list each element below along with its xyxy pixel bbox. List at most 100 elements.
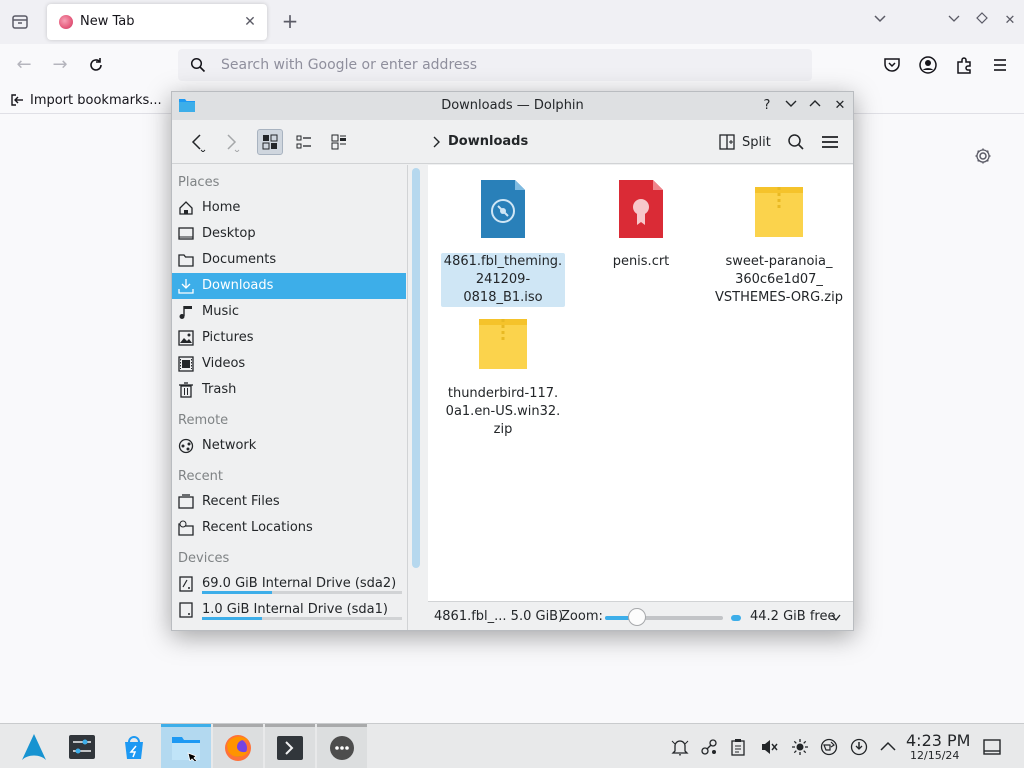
pictures-icon	[178, 330, 194, 346]
breadcrumb-downloads[interactable]: Downloads	[448, 134, 528, 149]
search-icon[interactable]	[783, 129, 809, 155]
sidebar-item-label: Trash	[202, 382, 237, 397]
sidebar-item-label: Downloads	[202, 278, 274, 293]
zip-archive-icon	[755, 187, 803, 237]
zoom-slider[interactable]	[605, 616, 723, 620]
devices-header: Devices	[178, 551, 230, 566]
taskbar-firefox[interactable]	[213, 724, 263, 768]
update-notifier-icon[interactable]	[850, 738, 868, 756]
sidebar-item-network[interactable]: Network	[172, 433, 406, 459]
sidebar-item-pictures[interactable]: Pictures	[172, 325, 406, 351]
taskbar	[0, 723, 1024, 768]
back-arrow-icon[interactable]: ←	[13, 54, 35, 76]
file-item-iso[interactable]: 4861.fbl_theming. 241209-0818_B1.iso	[438, 179, 568, 307]
sidebar-item-home[interactable]: Home	[172, 195, 406, 221]
zoom-slider-handle[interactable]	[628, 608, 646, 626]
maximize-icon[interactable]	[806, 97, 824, 115]
reload-icon[interactable]	[85, 54, 107, 76]
forward-arrow-icon[interactable]: →	[49, 54, 71, 76]
sidebar-item-label: Desktop	[202, 226, 256, 241]
expand-tray-icon[interactable]	[879, 738, 897, 756]
maximize-window-icon[interactable]	[972, 11, 992, 31]
discover-store-icon[interactable]	[109, 724, 159, 768]
taskbar-konsole[interactable]	[265, 724, 315, 768]
import-bookmarks-label: Import bookmarks...	[30, 92, 162, 108]
pocket-icon[interactable]	[881, 54, 903, 76]
file-name-line: 4861.fbl_theming.	[443, 254, 563, 269]
show-desktop-icon[interactable]	[983, 738, 1001, 756]
file-item-zip[interactable]: sweet-paranoia_ 360c6e1d07_ VSTHEMES-ORG…	[714, 179, 844, 309]
file-item-crt[interactable]: penis.crt	[576, 179, 706, 269]
file-item-zip[interactable]: thunderbird-117. 0a1.en-US.win32. zip	[438, 311, 568, 441]
taskbar-dolphin[interactable]	[161, 724, 211, 768]
hamburger-menu-icon[interactable]	[817, 129, 843, 155]
hamburger-menu-icon[interactable]	[989, 54, 1011, 76]
gear-icon[interactable]	[973, 146, 993, 166]
tab-new-tab[interactable]: New Tab ✕	[47, 4, 267, 40]
selection-info: 4861.fbl_... 5.0 GiB)	[434, 609, 564, 624]
file-name-line: 0a1.en-US.win32.	[445, 404, 561, 419]
close-icon[interactable]: ✕	[831, 97, 849, 115]
file-name-line: 360c6e1d07_	[735, 272, 823, 287]
sidebar-item-label: 1.0 GiB Internal Drive (sda1)	[202, 602, 388, 617]
minimize-window-icon[interactable]	[944, 11, 964, 31]
close-window-icon[interactable]: ✕	[1000, 11, 1020, 31]
forward-icon[interactable]	[218, 129, 244, 155]
sidebar-item-recent-locations[interactable]: Recent Locations	[172, 515, 406, 541]
volume-muted-icon[interactable]	[760, 738, 778, 756]
kde-connect-icon[interactable]	[700, 738, 718, 756]
compact-view-icon[interactable]	[291, 129, 317, 155]
list-all-tabs-icon[interactable]	[10, 12, 30, 32]
file-view[interactable]: 4861.fbl_theming. 241209-0818_B1.iso pen…	[428, 165, 853, 601]
url-bar[interactable]	[178, 49, 812, 81]
network-status-icon[interactable]	[820, 738, 838, 756]
back-icon[interactable]	[184, 129, 210, 155]
sidebar-item-recent-files[interactable]: Recent Files	[172, 489, 406, 515]
clock-time[interactable]: 4:23 PM	[906, 731, 970, 750]
brightness-icon[interactable]	[791, 738, 809, 756]
import-bookmarks-button[interactable]: Import bookmarks...	[10, 91, 162, 109]
chevron-down-icon[interactable]	[870, 11, 890, 31]
app-launcher-icon[interactable]	[9, 724, 59, 768]
account-icon[interactable]	[917, 54, 939, 76]
clock-date[interactable]: 12/15/24	[910, 749, 959, 762]
sidebar-item-music[interactable]: Music	[172, 299, 406, 325]
minimize-icon[interactable]	[782, 97, 800, 115]
sidebar-scrollbar[interactable]	[412, 168, 420, 568]
breadcrumb[interactable]: Downloads	[432, 134, 528, 149]
system-settings-icon[interactable]	[57, 724, 107, 768]
dolphin-titlebar[interactable]: Downloads — Dolphin ? ✕	[172, 92, 853, 120]
terminal-icon	[277, 736, 303, 760]
close-tab-icon[interactable]: ✕	[241, 13, 259, 31]
hard-drive-icon	[179, 602, 193, 618]
sidebar-item-downloads[interactable]: Downloads	[172, 273, 406, 299]
details-view-icon[interactable]	[326, 129, 352, 155]
chevron-down-icon[interactable]	[831, 614, 841, 622]
videos-icon	[178, 356, 194, 372]
split-button[interactable]: Split	[719, 130, 771, 154]
import-icon	[11, 94, 23, 106]
trash-icon	[179, 382, 193, 398]
clipboard-icon[interactable]	[729, 738, 747, 756]
extensions-icon[interactable]	[953, 54, 975, 76]
places-panel: Places Home Desktop Documents Downloads …	[172, 165, 408, 630]
help-icon[interactable]: ?	[758, 97, 776, 115]
notifications-icon[interactable]	[671, 738, 689, 756]
sidebar-item-drive-sda2[interactable]: 69.0 GiB Internal Drive (sda2)	[172, 571, 406, 597]
file-name: 4861.fbl_theming. 241209-0818_B1.iso	[441, 253, 565, 307]
sidebar-item-videos[interactable]: Videos	[172, 351, 406, 377]
sidebar-item-trash[interactable]: Trash	[172, 377, 406, 403]
sidebar-item-documents[interactable]: Documents	[172, 247, 406, 273]
firefox-tab-bar: New Tab ✕ + ✕	[0, 0, 1024, 44]
url-input[interactable]	[221, 49, 781, 81]
taskbar-more[interactable]	[317, 724, 367, 768]
sidebar-item-desktop[interactable]: Desktop	[172, 221, 406, 247]
icons-view-icon[interactable]	[257, 129, 283, 155]
documents-icon	[178, 254, 194, 267]
free-space-label[interactable]: 44.2 GiB free	[750, 609, 835, 624]
new-tab-button[interactable]: +	[280, 11, 300, 31]
recent-header: Recent	[178, 469, 223, 484]
free-space-indicator	[731, 615, 741, 621]
more-options-icon	[330, 736, 354, 760]
sidebar-item-drive-sda1[interactable]: 1.0 GiB Internal Drive (sda1)	[172, 597, 406, 623]
